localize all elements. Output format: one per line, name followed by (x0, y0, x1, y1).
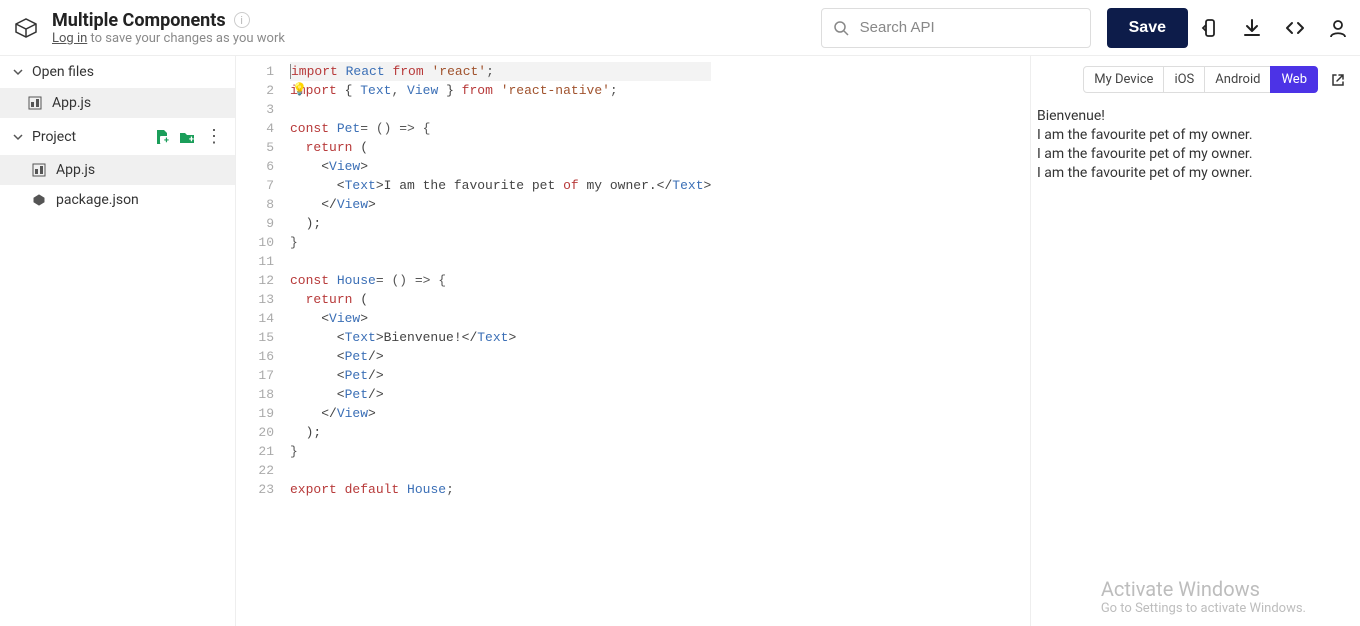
save-button[interactable]: Save (1107, 8, 1188, 48)
header: Multiple Components i Log in to save you… (0, 0, 1360, 56)
chevron-down-icon (12, 66, 24, 78)
download-icon[interactable] (1242, 18, 1262, 38)
code-body[interactable]: import React from 'react';import { Text,… (284, 56, 711, 626)
subtitle: Log in to save your changes as you work (52, 31, 285, 46)
file-item[interactable]: App.js (0, 88, 235, 118)
preview-line: I am the favourite pet of my owner. (1037, 145, 1354, 164)
main: Open files App.js Project + + ⋮ App.js pa… (0, 56, 1360, 626)
project-actions: + + ⋮ (155, 126, 223, 147)
preview-pane: My DeviceiOSAndroidWeb Bienvenue!I am th… (1030, 56, 1360, 626)
page-title: Multiple Components (52, 10, 226, 31)
header-icons (1200, 18, 1348, 38)
open-files-label: Open files (32, 64, 94, 80)
chevron-down-icon (12, 131, 24, 143)
search-wrap (821, 8, 1091, 48)
login-link[interactable]: Log in (52, 31, 87, 46)
title-block: Multiple Components i Log in to save you… (52, 10, 285, 46)
popout-icon[interactable] (1330, 72, 1346, 88)
line-gutter: 1234567891011121314151617181920212223 (236, 56, 284, 626)
project-label: Project (32, 129, 76, 145)
preview-output: Bienvenue!I am the favourite pet of my o… (1031, 103, 1360, 187)
file-name: App.js (56, 162, 95, 178)
preview-tab-my-device[interactable]: My Device (1083, 66, 1164, 93)
search-icon (833, 20, 849, 36)
device-icon[interactable] (1200, 18, 1220, 38)
file-item[interactable]: package.json (0, 185, 235, 215)
preview-line: Bienvenue! (1037, 107, 1354, 126)
preview-tabs: My DeviceiOSAndroidWeb (1031, 56, 1360, 103)
logo-icon (12, 14, 40, 42)
svg-text:+: + (164, 136, 169, 145)
info-icon[interactable]: i (234, 12, 250, 28)
preview-tab-android[interactable]: Android (1204, 66, 1271, 93)
svg-text:+: + (189, 135, 194, 144)
file-icon (32, 163, 46, 177)
preview-line: I am the favourite pet of my owner. (1037, 164, 1354, 183)
new-file-icon[interactable]: + (155, 129, 169, 145)
sidebar: Open files App.js Project + + ⋮ App.js pa… (0, 56, 236, 626)
preview-tab-web[interactable]: Web (1270, 66, 1318, 93)
js-file-icon (28, 96, 42, 110)
subtitle-rest: to save your changes as you work (87, 31, 285, 46)
code-editor[interactable]: 1234567891011121314151617181920212223 💡 … (236, 56, 1030, 626)
file-name: package.json (56, 192, 139, 208)
code-icon[interactable] (1284, 18, 1306, 38)
project-section[interactable]: Project + + ⋮ (0, 118, 235, 155)
file-icon (32, 193, 46, 207)
lightbulb-icon[interactable]: 💡 (292, 81, 307, 100)
open-files-section[interactable]: Open files (0, 56, 235, 88)
new-folder-icon[interactable]: + (179, 130, 195, 144)
preview-line: I am the favourite pet of my owner. (1037, 126, 1354, 145)
file-item[interactable]: App.js (0, 155, 235, 185)
file-name: App.js (52, 95, 91, 111)
search-input[interactable] (821, 8, 1091, 48)
user-icon[interactable] (1328, 18, 1348, 38)
menu-dots-icon[interactable]: ⋮ (205, 126, 223, 147)
preview-tab-ios[interactable]: iOS (1163, 66, 1205, 93)
